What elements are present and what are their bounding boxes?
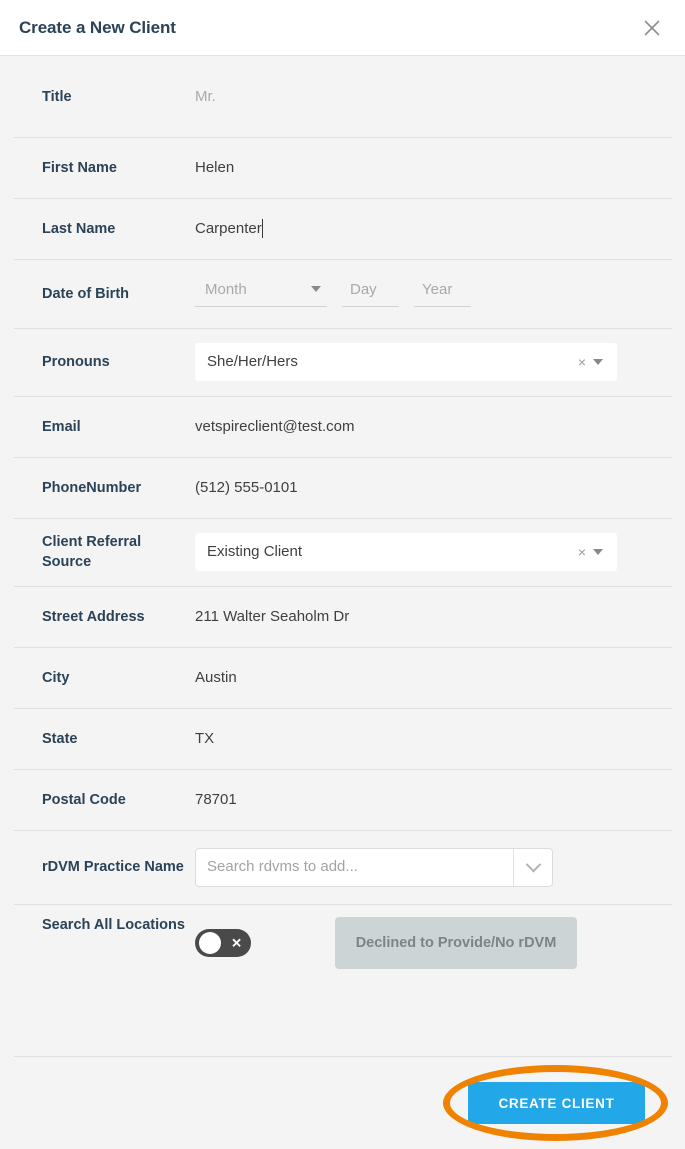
form-row-title: Title Mr.: [0, 56, 685, 137]
rdvm-search-input[interactable]: Search rdvms to add...: [196, 849, 513, 886]
label-state: State: [14, 729, 195, 749]
search-all-locations-controls: ✕ Declined to Provide/No rDVM: [195, 917, 577, 969]
field-client-referral-source: Existing Client ×: [195, 533, 671, 571]
label-rdvm-practice-name: rDVM Practice Name: [14, 857, 195, 877]
label-street-address: Street Address: [14, 607, 195, 627]
create-client-modal: Create a New Client Title Mr. First Name…: [0, 0, 685, 1149]
form-row-pronouns: Pronouns She/Her/Hers ×: [0, 328, 685, 396]
state-value: TX: [195, 729, 214, 749]
form-row-first-name: First Name Helen: [0, 137, 685, 198]
field-phone-number[interactable]: (512) 555-0101: [195, 478, 671, 498]
modal-header: Create a New Client: [0, 0, 685, 56]
label-city: City: [14, 668, 195, 688]
dob-month-placeholder: Month: [205, 280, 247, 300]
last-name-value: Carpenter: [195, 219, 262, 239]
label-postal-code: Postal Code: [14, 790, 195, 810]
pronouns-select[interactable]: She/Her/Hers ×: [195, 343, 617, 381]
form-row-search-all-locations: Search All Locations ✕ Declined to Provi…: [0, 904, 685, 989]
email-value: vetspireclient@test.com: [195, 417, 354, 437]
toggle-off-icon: ✕: [231, 937, 242, 950]
modal-footer: CREATE CLIENT: [14, 1056, 672, 1149]
dob-month-select[interactable]: Month: [195, 280, 327, 307]
rdvm-search-box[interactable]: Search rdvms to add...: [195, 848, 553, 887]
field-state[interactable]: TX: [195, 729, 671, 749]
caret-down-icon[interactable]: [593, 359, 603, 365]
field-city[interactable]: Austin: [195, 668, 671, 688]
form-body: Title Mr. First Name Helen Last Name Car…: [0, 56, 685, 1056]
form-row-email: Email vetspireclient@test.com: [0, 396, 685, 457]
label-first-name: First Name: [14, 158, 195, 178]
toggle-knob: [199, 932, 221, 954]
title-value: Mr.: [195, 87, 216, 107]
chevron-down-glyph: [525, 856, 541, 872]
label-last-name: Last Name: [14, 219, 195, 239]
form-row-city: City Austin: [0, 647, 685, 708]
street-address-value: 211 Walter Seaholm Dr: [195, 607, 349, 627]
page-title: Create a New Client: [19, 18, 639, 38]
form-row-postal-code: Postal Code 78701: [0, 769, 685, 830]
client-referral-source-select[interactable]: Existing Client ×: [195, 533, 617, 571]
dob-year-input[interactable]: Year: [414, 280, 471, 307]
date-of-birth-group: Month Day Year: [195, 280, 471, 307]
form-row-street-address: Street Address 211 Walter Seaholm Dr: [0, 586, 685, 647]
field-date-of-birth: Month Day Year: [195, 280, 671, 307]
label-pronouns: Pronouns: [14, 352, 195, 372]
declined-to-provide-button[interactable]: Declined to Provide/No rDVM: [335, 917, 577, 969]
clear-icon[interactable]: ×: [574, 355, 593, 369]
field-first-name[interactable]: Helen: [195, 158, 671, 178]
field-rdvm-practice-name: Search rdvms to add...: [195, 848, 671, 887]
chevron-down-icon[interactable]: [513, 849, 552, 886]
clear-icon[interactable]: ×: [574, 545, 593, 559]
form-row-last-name: Last Name Carpenter: [0, 198, 685, 259]
caret-down-icon[interactable]: [593, 549, 603, 555]
caret-down-icon: [311, 286, 321, 292]
create-client-button[interactable]: CREATE CLIENT: [468, 1082, 645, 1124]
first-name-value: Helen: [195, 158, 234, 178]
field-email[interactable]: vetspireclient@test.com: [195, 417, 671, 437]
field-search-all-locations: ✕ Declined to Provide/No rDVM: [195, 915, 671, 969]
phone-number-value: (512) 555-0101: [195, 478, 298, 498]
postal-code-value: 78701: [195, 790, 237, 810]
city-value: Austin: [195, 668, 237, 688]
field-street-address[interactable]: 211 Walter Seaholm Dr: [195, 607, 671, 627]
label-email: Email: [14, 417, 195, 437]
client-referral-source-value: Existing Client: [207, 542, 574, 562]
close-icon[interactable]: [639, 15, 665, 41]
label-phone-number: PhoneNumber: [14, 478, 195, 498]
label-client-referral-source: Client Referral Source: [14, 532, 195, 572]
form-row-phone-number: PhoneNumber (512) 555-0101: [0, 457, 685, 518]
field-pronouns: She/Her/Hers ×: [195, 343, 671, 381]
field-last-name[interactable]: Carpenter: [195, 219, 671, 239]
form-row-rdvm-practice-name: rDVM Practice Name Search rdvms to add..…: [0, 830, 685, 904]
label-title: Title: [14, 87, 195, 107]
pronouns-value: She/Her/Hers: [207, 352, 574, 372]
form-row-date-of-birth: Date of Birth Month Day Year: [0, 259, 685, 328]
dob-day-input[interactable]: Day: [342, 280, 399, 307]
form-row-client-referral-source: Client Referral Source Existing Client ×: [0, 518, 685, 586]
search-all-locations-toggle[interactable]: ✕: [195, 929, 251, 957]
label-search-all-locations: Search All Locations: [14, 915, 195, 935]
label-date-of-birth: Date of Birth: [14, 284, 195, 304]
form-row-state: State TX: [0, 708, 685, 769]
field-postal-code[interactable]: 78701: [195, 790, 671, 810]
field-title[interactable]: Mr.: [195, 87, 671, 107]
